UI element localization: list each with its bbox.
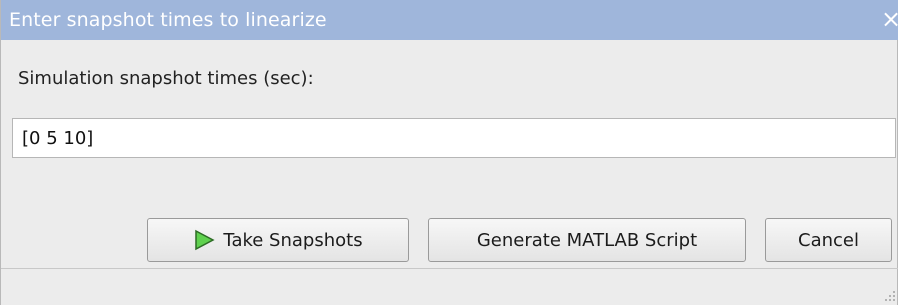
play-icon bbox=[195, 229, 216, 251]
cancel-button[interactable]: Cancel bbox=[765, 218, 892, 262]
title-bar[interactable]: Enter snapshot times to linearize × bbox=[1, 0, 898, 40]
take-snapshots-label: Take Snapshots bbox=[223, 229, 363, 251]
generate-matlab-script-button[interactable]: Generate MATLAB Script bbox=[428, 218, 746, 262]
close-icon[interactable]: × bbox=[881, 7, 898, 31]
generate-script-label: Generate MATLAB Script bbox=[476, 229, 698, 251]
cancel-label: Cancel bbox=[798, 229, 859, 251]
window-title: Enter snapshot times to linearize bbox=[9, 9, 327, 31]
take-snapshots-button[interactable]: Take Snapshots bbox=[147, 218, 409, 262]
snapshot-times-label: Simulation snapshot times (sec): bbox=[18, 68, 314, 89]
status-bar bbox=[1, 268, 898, 305]
resize-grip-icon[interactable] bbox=[884, 290, 896, 302]
dialog-window: Enter snapshot times to linearize × Simu… bbox=[0, 0, 898, 305]
snapshot-times-input[interactable] bbox=[12, 118, 896, 158]
